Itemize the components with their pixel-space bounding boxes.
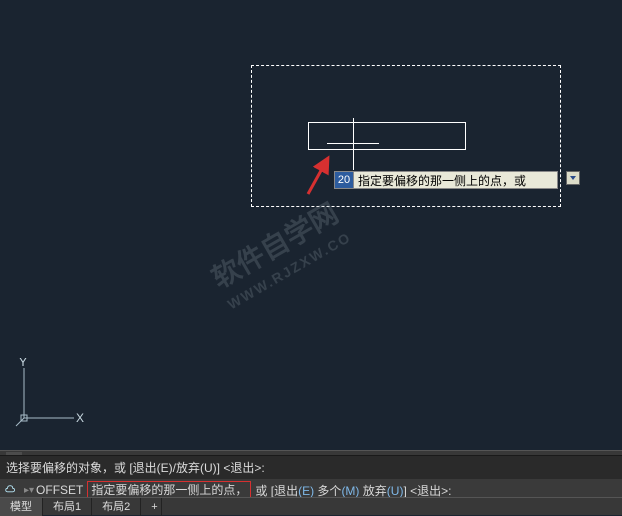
- annotation-arrow: [298, 150, 338, 200]
- chevron-icon: ▸▾: [24, 485, 34, 496]
- selected-rectangle: [308, 122, 466, 150]
- tab-add[interactable]: +: [141, 498, 162, 516]
- options-dropdown-icon[interactable]: [566, 171, 580, 185]
- dynamic-input-tooltip: 指定要偏移的那一侧上的点，或: [354, 171, 558, 189]
- ucs-y-label: Y: [19, 358, 27, 369]
- watermark: 软件自学网 WWW.RJZXW.CO: [205, 194, 356, 315]
- tab-layout1[interactable]: 布局1: [43, 498, 92, 516]
- status-bar: 模型 布局1 布局2 +: [0, 497, 622, 515]
- watermark-url: WWW.RJZXW.CO: [224, 228, 355, 315]
- command-cloud-icon: [4, 483, 18, 497]
- crosshair-vertical: [353, 118, 354, 170]
- dynamic-input-box: 20 指定要偏移的那一侧上的点，或: [334, 171, 558, 189]
- command-panel: 选择要偏移的对象，或 [退出(E)/放弃(U)] <退出>: ▸▾ OFFSET…: [0, 450, 622, 501]
- watermark-title: 软件自学网: [205, 194, 346, 298]
- ucs-x-label: X: [76, 411, 84, 425]
- tab-model[interactable]: 模型: [0, 498, 43, 516]
- command-prompt-options: 或 [退出(E) 多个(M) 放弃(U)] <退出>:: [255, 482, 451, 499]
- dynamic-input-value[interactable]: 20: [334, 171, 354, 189]
- command-name: OFFSET: [36, 483, 83, 497]
- ucs-icon: X Y: [14, 358, 84, 428]
- tab-layout2[interactable]: 布局2: [92, 498, 141, 516]
- drawing-canvas[interactable]: 20 指定要偏移的那一侧上的点，或 软件自学网 WWW.RJZXW.CO X Y: [0, 0, 622, 448]
- command-history-line: 选择要偏移的对象，或 [退出(E)/放弃(U)] <退出>:: [0, 456, 622, 479]
- crosshair-horizontal: [327, 143, 379, 144]
